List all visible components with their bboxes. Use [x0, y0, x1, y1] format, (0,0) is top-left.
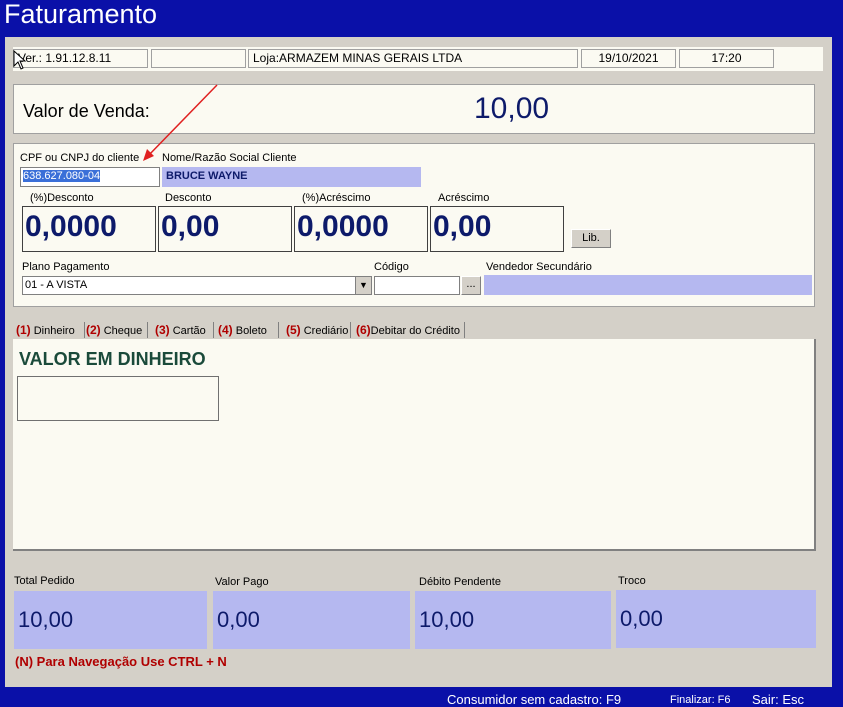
increase-label: Acréscimo [438, 192, 490, 204]
total-order-label: Total Pedido [14, 575, 75, 587]
navigation-hint: (N) Para Navegação Use CTRL + N [15, 654, 227, 669]
tab-boleto[interactable]: (4) Boleto [218, 321, 267, 339]
pending-debt-label: Débito Pendente [419, 576, 501, 588]
shortcut-no-register: Consumidor sem cadastro: F9 [447, 692, 622, 707]
seller-field[interactable] [484, 275, 812, 295]
status-bar: Ver.: 1.91.12.8.11 Loja:ARMAZEM MINAS GE… [13, 47, 823, 71]
annotation-arrow-icon [143, 84, 218, 161]
tab-debitar-credito[interactable]: (6)Debitar do Crédito [356, 321, 460, 339]
payment-plan-select[interactable]: 01 - A VISTA ▼ [22, 276, 372, 295]
date-cell: 19/10/2021 [581, 49, 676, 68]
change-value: 0,00 [616, 590, 816, 648]
cash-input[interactable] [17, 376, 219, 421]
seller-label: Vendedor Secundário [486, 261, 592, 273]
sale-value-label: Valor de Venda: [23, 101, 150, 121]
client-name-field[interactable]: BRUCE WAYNE [162, 167, 421, 187]
discount-input[interactable]: 0,00 [158, 206, 292, 252]
tab-cheque[interactable]: (2) Cheque [86, 321, 142, 339]
code-input[interactable] [374, 276, 460, 295]
pending-debt-value: 10,00 [415, 591, 611, 649]
increase-input[interactable]: 0,00 [430, 206, 564, 252]
cash-title: VALOR EM DINHEIRO [19, 349, 206, 369]
shortcut-finish: Finalizar: F6 [670, 694, 731, 706]
payment-plan-value: 01 - A VISTA [25, 279, 88, 291]
shortcut-exit: Sair: Esc [752, 692, 805, 707]
code-label: Código [374, 261, 409, 273]
tab-crediario[interactable]: (5) Crediário [286, 321, 348, 339]
store-cell: Loja:ARMAZEM MINAS GERAIS LTDA [248, 49, 578, 68]
paid-value: 0,00 [213, 591, 410, 649]
change-label: Troco [618, 575, 646, 587]
sale-value-panel: Valor de Venda: 10,00 [13, 84, 815, 134]
main-window: Ver.: 1.91.12.8.11 Loja:ARMAZEM MINAS GE… [5, 37, 832, 687]
lib-button[interactable]: Lib. [571, 229, 611, 248]
payment-plan-label: Plano Pagamento [22, 261, 110, 273]
sale-value: 10,00 [474, 92, 550, 125]
pct-increase-input[interactable]: 0,0000 [294, 206, 428, 252]
tab-dinheiro[interactable]: (1) Dinheiro [16, 321, 75, 339]
cpf-input[interactable]: 638.627.080-04 [20, 167, 160, 187]
pct-discount-label: (%)Desconto [30, 192, 94, 204]
browse-button[interactable]: ... [461, 276, 481, 295]
tab-content-dinheiro: VALOR EM DINHEIRO [13, 339, 816, 551]
cpf-label: CPF ou CNPJ do cliente [20, 152, 140, 164]
cpf-value: 638.627.080-04 [23, 170, 101, 182]
chevron-down-icon[interactable]: ▼ [355, 277, 371, 294]
client-panel: CPF ou CNPJ do cliente 638.627.080-04 No… [13, 143, 815, 307]
version-cell: Ver.: 1.91.12.8.11 [13, 49, 148, 68]
window-title: Faturamento [4, 0, 158, 29]
discount-label: Desconto [165, 192, 212, 204]
tab-cartao[interactable]: (3) Cartão [155, 321, 206, 339]
empty-status-cell [151, 49, 246, 68]
paid-value-label: Valor Pago [215, 576, 269, 588]
total-order-value: 10,00 [14, 591, 207, 649]
mouse-cursor-icon [13, 50, 27, 70]
pct-increase-label: (%)Acréscimo [302, 192, 371, 204]
pct-discount-input[interactable]: 0,0000 [22, 206, 156, 252]
time-cell: 17:20 [679, 49, 774, 68]
